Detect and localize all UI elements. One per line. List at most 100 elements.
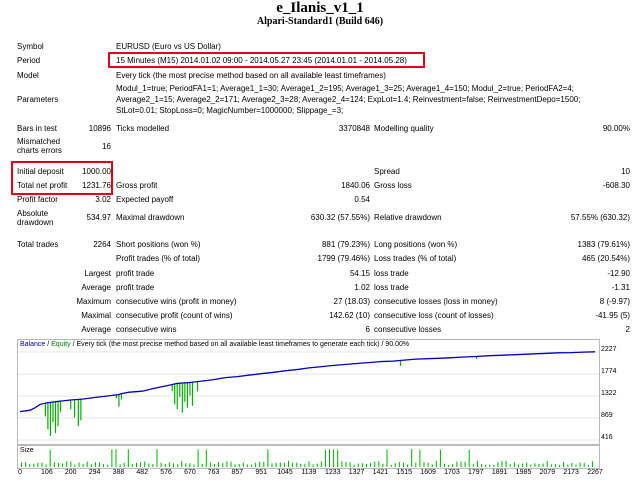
size-bar-62 (275, 462, 277, 467)
size-bar-106 (456, 461, 458, 467)
size-bar-23 (115, 449, 117, 467)
size-bar-30 (144, 461, 146, 467)
bars-label: Bars in test (17, 124, 58, 133)
size-bar-3 (33, 463, 35, 467)
size-bar-134 (571, 463, 573, 467)
size-bar-50 (226, 461, 228, 467)
size-bar-117 (501, 460, 503, 467)
x-tick-label-1: 106 (41, 469, 53, 476)
size-bar-92 (398, 462, 400, 467)
size-bar-99 (427, 462, 429, 467)
loss-trades-value: 465 (20.54%) (581, 254, 630, 263)
size-bar-27 (131, 464, 133, 467)
size-bar-76 (333, 449, 335, 467)
size-bar-60 (267, 449, 269, 467)
ticks-label: Ticks modelled (116, 124, 170, 133)
max-dd-value: 630.32 (57.55%) (310, 213, 370, 222)
short-value: 881 (79.23%) (321, 240, 370, 249)
x-tick-label-2: 200 (64, 469, 77, 476)
max-wins-label: consecutive wins (profit in money) (116, 297, 237, 306)
spread-label: Spread (374, 167, 400, 176)
rel-dd-value: 57.55% (630.32) (570, 213, 630, 222)
x-tick-label-12: 1139 (301, 469, 317, 476)
size-bar-108 (464, 461, 466, 467)
size-bar-26 (127, 449, 129, 467)
size-bar-118 (505, 460, 507, 467)
size-bar-28 (136, 462, 137, 467)
size-bar-124 (530, 464, 532, 467)
size-bar-75 (329, 449, 330, 467)
size-bar-6 (45, 464, 47, 467)
size-bar-25 (123, 462, 125, 467)
size-bar-53 (238, 463, 240, 467)
size-bar-83 (361, 463, 363, 467)
size-bar-34 (160, 462, 162, 467)
x-tick-label-14: 1327 (348, 469, 365, 476)
size-bar-70 (308, 461, 310, 467)
size-bar-90 (390, 465, 392, 467)
y-tick-label-4: 416 (601, 434, 613, 441)
size-bar-131 (559, 465, 560, 467)
size-bar-110 (472, 463, 474, 467)
x-tick-label-0: 0 (18, 469, 22, 476)
size-bar-68 (300, 463, 302, 467)
profit-trades-label: Profit trades (% of total) (116, 254, 201, 263)
size-bar-9 (58, 462, 59, 467)
size-label: Size (20, 447, 34, 454)
size-bar-103 (444, 463, 445, 467)
size-bar-80 (349, 462, 351, 467)
size-bar-133 (567, 464, 569, 467)
mismatch-value: 16 (102, 142, 111, 151)
size-bar-100 (431, 464, 433, 467)
size-bar-12 (70, 461, 72, 467)
pf-label: Profit factor (17, 195, 58, 204)
x-tick-label-15: 1421 (372, 469, 389, 476)
bars-value: 10896 (88, 124, 111, 133)
avg-wins-label: consecutive wins (116, 325, 177, 334)
x-tick-label-19: 1797 (467, 469, 484, 476)
size-bar-116 (497, 462, 499, 467)
size-bar-82 (357, 463, 359, 467)
max-dd-label: Maximal drawdown (116, 213, 185, 222)
legend-equity: Equity (51, 341, 71, 348)
loss-trades-label: Loss trades (% of total) (374, 254, 457, 263)
size-bar-38 (177, 464, 179, 467)
size-bar-59 (263, 461, 265, 467)
size-bar-79 (345, 461, 347, 467)
size-bar-15 (82, 463, 84, 467)
max-wins-value: 27 (18.03) (333, 297, 370, 306)
gross-profit-label: Gross profit (116, 181, 158, 190)
size-bar-45 (205, 449, 207, 467)
size-bar-11 (66, 461, 68, 467)
size-bar-20 (103, 464, 105, 467)
size-bar-138 (587, 465, 589, 467)
size-bar-137 (583, 462, 585, 467)
mismatch-label-2: charts errors (17, 146, 62, 155)
balance-chart-svg (18, 351, 599, 441)
size-bar-102 (439, 449, 441, 467)
size-bar-120 (513, 462, 515, 467)
largest-profit-value: 54.15 (349, 269, 370, 278)
chart-legend: Balance / Equity / Every tick (the most … (20, 341, 410, 348)
profit-trades-value: 1799 (79.46%) (317, 254, 370, 263)
size-bar-114 (489, 464, 491, 467)
balance-chart: Balance / Equity / Every tick (the most … (17, 339, 600, 445)
x-tick-label-21: 1985 (515, 469, 532, 476)
size-bar-7 (49, 449, 51, 467)
x-tick-label-22: 2079 (539, 469, 556, 476)
size-bar-13 (74, 464, 76, 467)
y-tick-label-2: 1322 (601, 389, 617, 397)
gross-profit-value: 1840.06 (341, 181, 370, 190)
ticks-value: 3370848 (338, 124, 370, 133)
size-bar-2 (29, 464, 31, 467)
pf-value: 3.02 (95, 195, 111, 204)
size-bar-71 (312, 464, 314, 467)
average-loss-label: loss trade (374, 283, 409, 292)
avg-wins-value: 6 (365, 325, 370, 334)
size-bar-5 (41, 462, 43, 467)
size-bar-44 (201, 463, 203, 467)
x-tick-label-7: 670 (184, 469, 196, 476)
size-bar-19 (99, 462, 100, 467)
x-tick-label-4: 388 (112, 469, 125, 476)
size-bar-72 (316, 463, 318, 467)
